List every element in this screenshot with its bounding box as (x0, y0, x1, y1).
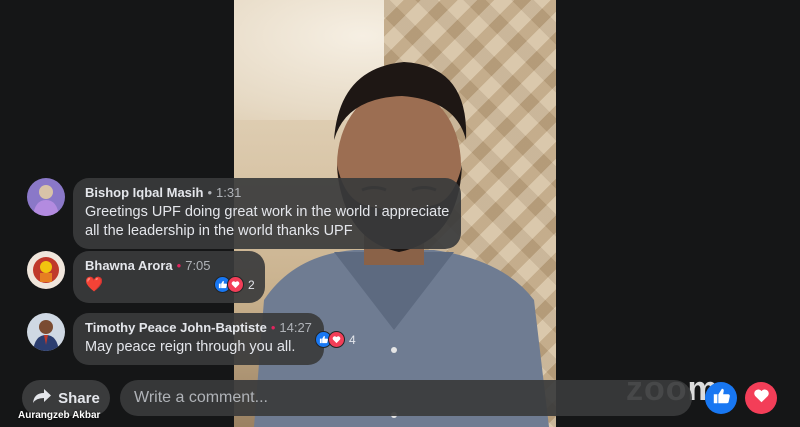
separator-dot: • (270, 320, 276, 335)
like-button[interactable] (705, 382, 737, 414)
love-reaction-icon (227, 276, 244, 293)
comment-text: May peace reign through you all. (85, 339, 296, 355)
separator-dot: • (207, 185, 213, 200)
reaction-count: 4 (349, 332, 356, 347)
comment-author[interactable]: Bhawna Arora (85, 258, 173, 273)
comment-bubble: Bishop Iqbal Masih • 1:31 Greetings UPF do… (73, 178, 462, 249)
comment-author[interactable]: Bishop Iqbal Masih (85, 185, 203, 200)
comment-text-line: all the leadership in the world thanks U… (85, 223, 353, 239)
comment-item: Timothy Peace John-Baptiste • 14:27 May pe… (27, 313, 324, 365)
separator-dot: • (176, 258, 182, 273)
comment-text-line: Greetings UPF doing great work in the wo… (85, 204, 450, 220)
share-label: Share (58, 389, 100, 407)
comment-time[interactable]: 7:05 (185, 258, 210, 273)
love-reaction-icon (328, 331, 345, 348)
thumbs-up-icon (712, 387, 730, 410)
comment-time[interactable]: 14:27 (279, 320, 312, 335)
avatar[interactable] (27, 313, 65, 351)
reaction-summary[interactable]: 4 (315, 331, 356, 348)
avatar[interactable] (27, 178, 65, 216)
share-arrow-icon (32, 388, 52, 408)
comment-author[interactable]: Timothy Peace John-Baptiste (85, 320, 267, 335)
comment-text: ❤️ (85, 277, 104, 293)
reaction-count: 2 (248, 277, 255, 292)
heart-icon (753, 387, 770, 409)
love-button[interactable] (745, 382, 777, 414)
comment-time[interactable]: 1:31 (216, 185, 241, 200)
comment-bubble: Timothy Peace John-Baptiste • 14:27 May pe… (73, 313, 324, 365)
comment-input[interactable] (120, 380, 692, 416)
comment-text: Greetings UPF doing great work in the wo… (85, 203, 449, 241)
comment-item: Bishop Iqbal Masih • 1:31 Greetings UPF do… (27, 178, 462, 249)
avatar[interactable] (27, 251, 65, 289)
reaction-summary[interactable]: 2 (214, 276, 255, 293)
speaker-name-label: Aurangzeb Akbar (18, 410, 101, 421)
